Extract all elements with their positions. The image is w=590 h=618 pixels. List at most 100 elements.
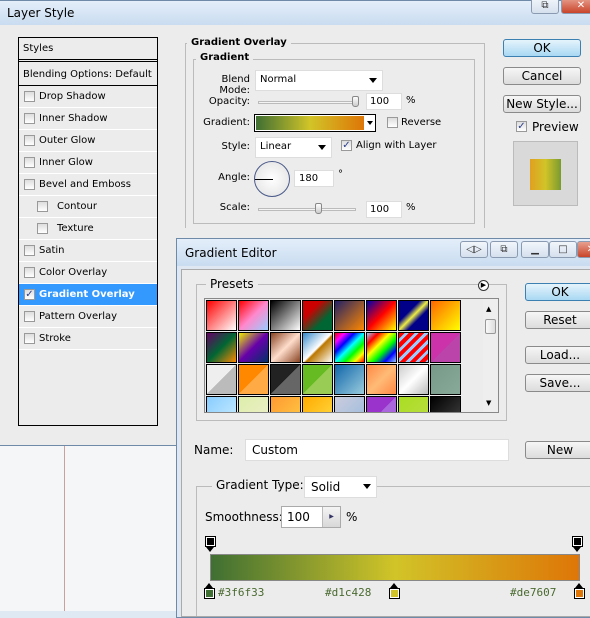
style-item-outer-glow[interactable]: Outer Glow [19, 130, 157, 152]
presets-scrollbar[interactable]: ▲ ▼ [483, 299, 498, 412]
style-item-inner-shadow[interactable]: Inner Shadow [19, 108, 157, 130]
close-button[interactable]: ✕ [577, 241, 590, 258]
preset-swatch[interactable] [270, 364, 301, 395]
blending-options[interactable]: Blending Options: Default [19, 64, 157, 86]
smoothness-stepper-icon[interactable]: ▶ [322, 507, 340, 527]
editor-ok-button[interactable]: OK [525, 283, 590, 301]
new-style-button[interactable]: New Style... [503, 95, 581, 113]
styles-header[interactable]: Styles [19, 38, 157, 62]
style-checkbox[interactable]: ✓ [24, 289, 35, 300]
preset-swatch[interactable] [398, 300, 429, 331]
preset-swatch[interactable] [302, 364, 333, 395]
blend-mode-select[interactable]: Normal [255, 70, 383, 91]
scale-slider[interactable] [258, 208, 356, 211]
style-checkbox[interactable] [37, 201, 48, 212]
scroll-up-icon[interactable]: ▲ [486, 305, 491, 313]
color-stop[interactable] [389, 583, 400, 599]
preset-swatch[interactable] [430, 396, 461, 412]
style-item-drop-shadow[interactable]: Drop Shadow [19, 86, 157, 108]
maximize-button[interactable]: □ [549, 241, 577, 258]
gradient-type-select[interactable]: Solid [304, 476, 377, 498]
style-item-inner-glow[interactable]: Inner Glow [19, 152, 157, 174]
opacity-slider[interactable] [258, 101, 358, 104]
style-checkbox[interactable] [24, 333, 35, 344]
scale-input[interactable]: 100 [366, 201, 402, 218]
scale-slider-thumb[interactable] [315, 203, 322, 214]
preset-swatch[interactable] [206, 332, 237, 363]
preview-checkbox[interactable]: ✓ [516, 121, 527, 132]
preset-swatch[interactable] [238, 396, 269, 412]
style-checkbox[interactable] [24, 311, 35, 322]
style-checkbox[interactable] [24, 113, 35, 124]
preset-swatch[interactable] [238, 300, 269, 331]
chevron-down-icon[interactable] [367, 121, 373, 125]
minimize-button[interactable]: ▁ [521, 241, 549, 258]
new-button[interactable]: New [525, 441, 590, 459]
style-checkbox[interactable] [24, 179, 35, 190]
smoothness-input[interactable]: 100 ▶ [281, 506, 341, 528]
style-checkbox[interactable] [24, 157, 35, 168]
preset-swatch[interactable] [334, 332, 365, 363]
reset-button[interactable]: Reset [525, 311, 590, 329]
scroll-thumb[interactable] [485, 319, 496, 334]
save-button[interactable]: Save... [525, 374, 590, 392]
gradient-swatch[interactable] [256, 116, 364, 130]
opacity-stop-left[interactable] [205, 536, 216, 552]
close-button[interactable]: ✕ [561, 0, 590, 14]
restore-icon[interactable]: ⧉ [490, 241, 518, 258]
align-with-layer-checkbox[interactable]: ✓ [341, 140, 352, 151]
style-checkbox[interactable] [24, 245, 35, 256]
preset-swatch[interactable] [398, 364, 429, 395]
restore-icon[interactable]: ⧉ [531, 0, 559, 14]
style-item-color-overlay[interactable]: Color Overlay [19, 262, 157, 284]
preset-swatch[interactable] [366, 300, 397, 331]
preset-swatch[interactable] [430, 332, 461, 363]
opacity-slider-thumb[interactable] [352, 96, 359, 107]
preset-swatch[interactable] [302, 396, 333, 412]
color-stop[interactable] [204, 583, 215, 599]
preset-swatch[interactable] [238, 364, 269, 395]
angle-input[interactable]: 180 [294, 170, 334, 187]
opacity-input[interactable]: 100 [366, 93, 402, 110]
preset-swatch[interactable] [206, 300, 237, 331]
scroll-down-icon[interactable]: ▼ [486, 399, 491, 407]
style-item-bevel-and-emboss[interactable]: Bevel and Emboss [19, 174, 157, 196]
load-button[interactable]: Load... [525, 346, 590, 364]
preset-swatch[interactable] [270, 396, 301, 412]
preset-swatch[interactable] [398, 396, 429, 412]
preset-swatch[interactable] [366, 396, 397, 412]
preset-swatch[interactable] [430, 364, 461, 395]
style-item-satin[interactable]: Satin [19, 240, 157, 262]
preset-swatch[interactable] [334, 364, 365, 395]
style-item-contour[interactable]: Contour [19, 196, 157, 218]
preset-swatch[interactable] [334, 396, 365, 412]
gradient-bar[interactable] [210, 554, 580, 581]
preset-swatch[interactable] [270, 300, 301, 331]
preset-swatch[interactable] [366, 332, 397, 363]
angle-dial[interactable] [254, 161, 290, 197]
style-item-texture[interactable]: Texture [19, 218, 157, 240]
preset-swatch[interactable] [206, 396, 237, 412]
name-input[interactable]: Custom [245, 439, 509, 461]
color-stop[interactable] [574, 583, 585, 599]
opacity-stop-right[interactable] [572, 536, 583, 552]
preset-swatch[interactable] [238, 332, 269, 363]
preset-swatch[interactable] [366, 364, 397, 395]
preset-swatch[interactable] [206, 364, 237, 395]
ok-button[interactable]: OK [503, 39, 581, 57]
gradient-picker[interactable] [254, 114, 376, 132]
style-checkbox[interactable] [24, 91, 35, 102]
preset-swatch[interactable] [302, 332, 333, 363]
style-item-gradient-overlay[interactable]: ✓ Gradient Overlay [19, 284, 157, 306]
cancel-button[interactable]: Cancel [503, 67, 581, 85]
style-select[interactable]: Linear [255, 137, 332, 158]
preset-swatch[interactable] [334, 300, 365, 331]
style-checkbox[interactable] [37, 223, 48, 234]
preset-swatch[interactable] [270, 332, 301, 363]
presets-menu-icon[interactable]: ▶ [478, 280, 489, 291]
expand-icon[interactable]: ◁▷ [460, 241, 488, 258]
layer-style-titlebar[interactable]: Layer Style [0, 1, 590, 25]
preset-swatch[interactable] [430, 300, 461, 331]
style-item-stroke[interactable]: Stroke [19, 328, 157, 350]
preset-swatch[interactable] [398, 332, 429, 363]
